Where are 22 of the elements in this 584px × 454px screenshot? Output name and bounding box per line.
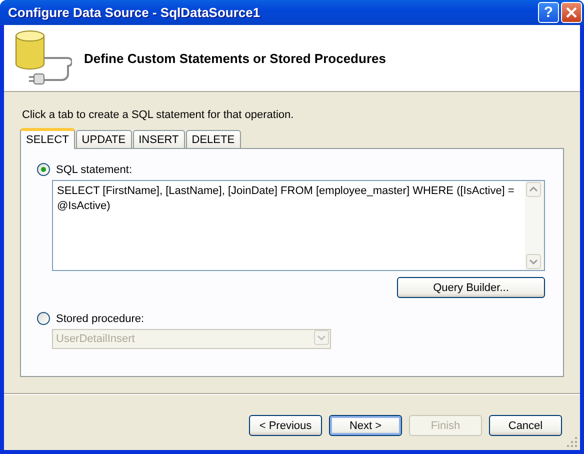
resize-grip-icon (566, 436, 578, 448)
scroll-down-icon (526, 254, 541, 269)
radio-label: SQL statement: (56, 164, 132, 176)
radio-button[interactable] (37, 163, 50, 176)
header-title: Define Custom Statements or Stored Procedures (84, 50, 386, 66)
tab[interactable]: INSERT (132, 130, 185, 148)
window-title: Configure Data Source - SqlDataSource1 (7, 5, 262, 20)
close-button[interactable] (561, 2, 582, 23)
query-builder-button[interactable]: Query Builder... (397, 277, 545, 298)
scroll-up-icon (526, 182, 541, 197)
wizard-button[interactable]: Next > (329, 415, 402, 436)
scroll-down-icon (314, 330, 329, 345)
sql-statement-field[interactable]: SELECT [FirstName], [LastName], [JoinDate] FROM [employee_master] WHERE ([IsActive] = @IsActive) (52, 180, 545, 271)
help-button[interactable]: ? (538, 2, 559, 23)
tab[interactable]: SELECT (20, 128, 75, 149)
tab[interactable]: UPDATE (76, 130, 132, 148)
wizard-button[interactable]: Cancel (489, 415, 562, 436)
tab[interactable]: DELETE (186, 130, 241, 148)
instruction-text: Click a tab to create a SQL statement for that operation. (22, 109, 295, 121)
close-icon (566, 7, 577, 18)
radio-label: Stored procedure: (56, 312, 144, 324)
wizard-button[interactable]: < Previous (249, 415, 322, 436)
